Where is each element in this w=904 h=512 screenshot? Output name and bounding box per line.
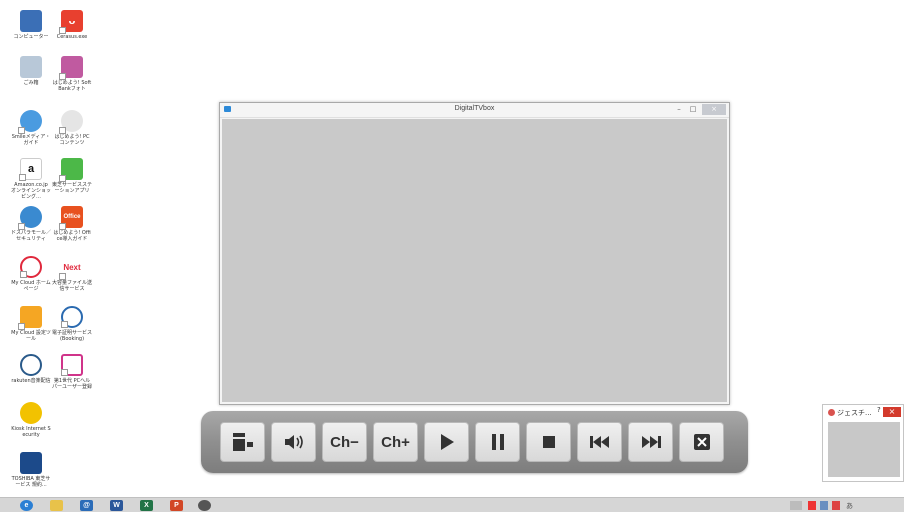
- window-title: DigitalTVbox: [454, 105, 495, 112]
- notification-body: [828, 422, 900, 477]
- play-icon: [440, 434, 454, 450]
- desktop-icon-security-mall[interactable]: ドスパラモール／セキュリティ: [11, 206, 51, 242]
- notification-title: ジェスチ...: [837, 409, 872, 417]
- office-icon: Office: [59, 206, 83, 230]
- desktop-icon-music[interactable]: rakuten音楽配信: [11, 354, 51, 384]
- desktop-icon-amazon[interactable]: a Amazon.co.jp オンラインショッピング…: [11, 158, 51, 200]
- desktop-icon-label: TOSHIBA 東芝サービス 規約...: [11, 476, 51, 488]
- desktop-icon-label: コンピューター: [13, 34, 49, 40]
- desktop-icon-label: Cerasus.exe: [56, 34, 88, 40]
- window-close-button[interactable]: ×: [702, 104, 726, 115]
- stop-button[interactable]: [526, 422, 571, 462]
- desktop-icon-label: はじめよう! SoftBankフォト: [52, 80, 92, 92]
- pc-helper-icon: [61, 354, 83, 376]
- desktop-icon-mycloud-settings[interactable]: My Cloud 設定ツール: [11, 306, 51, 342]
- network-icon[interactable]: [820, 501, 828, 510]
- excel-icon[interactable]: X: [140, 500, 153, 511]
- explorer-icon[interactable]: [50, 500, 63, 511]
- ie-icon[interactable]: e: [20, 500, 33, 511]
- powerpoint-icon[interactable]: P: [170, 500, 183, 511]
- desktop-icon-label: 東芝サービスステーションアプリ: [52, 182, 93, 194]
- fast-forward-icon: [641, 436, 661, 448]
- desktop-icon-label: My Cloud 設定ツール: [11, 330, 51, 342]
- desktop-icon-office[interactable]: Office はじめよう! Office導入ガイド: [52, 206, 92, 242]
- toshiba-icon: [20, 452, 42, 474]
- taskbar: e @ W X P あ: [0, 497, 904, 512]
- pc-contents-icon: [59, 110, 83, 134]
- keyboard-icon[interactable]: [790, 501, 802, 510]
- player-control-bar: Ch− Ch+: [201, 411, 748, 473]
- channel-down-button[interactable]: Ch−: [322, 422, 367, 462]
- amazon-icon: a: [19, 158, 42, 181]
- certificate-icon: [61, 306, 83, 328]
- close-player-button[interactable]: [679, 422, 724, 462]
- cerasus-icon: ᴗ: [59, 10, 83, 34]
- desktop-icon-label: ごみ箱: [23, 80, 39, 86]
- desktop-icon-label: rakuten音楽配信: [11, 378, 51, 384]
- desktop-icon-label: Kiosk Internet Security: [11, 426, 51, 438]
- mail-icon[interactable]: @: [80, 500, 93, 511]
- ime-indicator[interactable]: あ: [846, 501, 853, 510]
- pause-button[interactable]: [475, 422, 520, 462]
- desktop-icon-label: ドスパラモール／セキュリティ: [11, 230, 52, 242]
- tv-app-icon[interactable]: [198, 500, 211, 511]
- media-guide-icon: [18, 110, 42, 134]
- desktop-icon-label: 電子証明サービス(Booking): [52, 330, 93, 342]
- desktop-icon-label: Smileメディア・ガイド: [11, 134, 51, 146]
- security-tray-icon[interactable]: [832, 501, 840, 510]
- service-station-icon: [59, 158, 83, 182]
- layout-icon: [232, 433, 253, 451]
- rewind-icon: [589, 436, 609, 448]
- channel-up-button[interactable]: Ch+: [373, 422, 418, 462]
- previous-button[interactable]: [577, 422, 622, 462]
- video-display-area[interactable]: [222, 119, 727, 402]
- desktop-icon-label: Amazon.co.jp オンラインショッピング…: [11, 182, 52, 200]
- stop-icon: [542, 436, 555, 448]
- desktop-icon-computer[interactable]: コンピューター: [11, 10, 51, 40]
- recycle-bin-icon: [20, 56, 42, 78]
- maximize-button[interactable]: □: [685, 104, 701, 115]
- gesture-notification: ジェスチ... ? ×: [822, 404, 904, 482]
- mycloud-icon: [20, 256, 42, 278]
- help-button[interactable]: ?: [877, 406, 881, 414]
- notification-close-button[interactable]: ×: [883, 407, 901, 417]
- desktop-icon-label: 第1世代 PCヘルパーユーザー登録: [52, 378, 92, 390]
- speaker-icon: [284, 435, 303, 449]
- volume-button[interactable]: [271, 422, 316, 462]
- desktop-icon-recycle-bin[interactable]: ごみ箱: [11, 56, 51, 86]
- window-titlebar[interactable]: DigitalTVbox – □ ×: [220, 103, 729, 118]
- desktop-icon-media-guide[interactable]: Smileメディア・ガイド: [11, 110, 51, 146]
- desktop-icon-mycloud-home[interactable]: My Cloud ホームページ: [11, 256, 51, 292]
- headphones-icon: [20, 354, 42, 376]
- tray-app-icon[interactable]: [808, 501, 816, 510]
- close-icon: [693, 434, 710, 450]
- next-app-icon: Next: [59, 256, 83, 280]
- desktop-icon-label: 大容量ファイル送信サービス: [52, 280, 93, 292]
- desktop-icon-label: はじめよう! PCコンテンツ: [54, 134, 90, 146]
- next-button[interactable]: [628, 422, 673, 462]
- desktop-icon-photo[interactable]: はじめよう! SoftBankフォト: [52, 56, 92, 92]
- computer-icon: [20, 10, 42, 32]
- desktop-icon-service-station[interactable]: 東芝サービスステーションアプリ: [52, 158, 92, 194]
- gesture-icon: [828, 409, 835, 416]
- globe-icon: [20, 402, 42, 424]
- mycloud-settings-icon: [18, 306, 42, 330]
- desktop-icon-certificate[interactable]: 電子証明サービス(Booking): [52, 306, 92, 342]
- desktop-icon-cerasus[interactable]: ᴗ Cerasus.exe: [52, 10, 92, 40]
- security-mall-icon: [18, 206, 42, 230]
- desktop-icon-toshiba[interactable]: TOSHIBA 東芝サービス 規約...: [11, 452, 51, 488]
- desktop-icon-internet-security[interactable]: Kiosk Internet Security: [11, 402, 51, 438]
- layout-button[interactable]: [220, 422, 265, 462]
- photo-app-icon: [59, 56, 83, 80]
- desktop-icon-next[interactable]: Next 大容量ファイル送信サービス: [52, 256, 92, 292]
- desktop-icon-pc-contents[interactable]: はじめよう! PCコンテンツ: [52, 110, 92, 146]
- word-icon[interactable]: W: [110, 500, 123, 511]
- pause-icon: [491, 434, 504, 450]
- digitaltvbox-window: DigitalTVbox – □ ×: [219, 102, 730, 405]
- desktop-icon-pc-helper[interactable]: 第1世代 PCヘルパーユーザー登録: [52, 354, 92, 390]
- play-button[interactable]: [424, 422, 469, 462]
- desktop-icon-label: My Cloud ホームページ: [11, 280, 51, 292]
- desktop-icon-label: はじめよう! Office導入ガイド: [53, 230, 91, 242]
